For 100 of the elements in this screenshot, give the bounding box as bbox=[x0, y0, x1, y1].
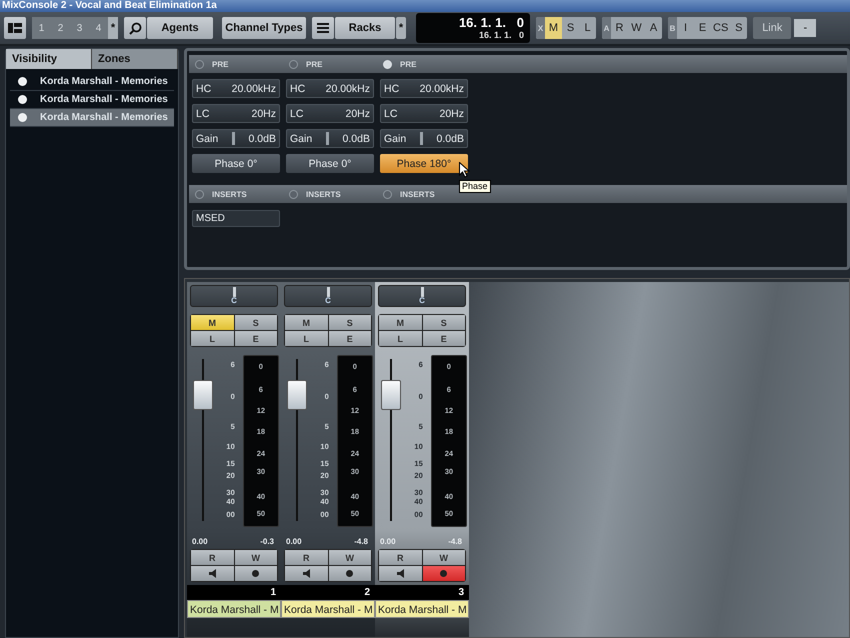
racks-button[interactable]: Racks bbox=[335, 17, 395, 39]
write-button[interactable]: W bbox=[234, 550, 277, 565]
link-dropdown[interactable]: - bbox=[794, 19, 816, 37]
read-button[interactable]: R bbox=[285, 550, 328, 565]
toggle-button[interactable]: M bbox=[545, 17, 562, 39]
fader-handle[interactable] bbox=[381, 380, 401, 410]
high-cut-field[interactable]: HC 20.00kHz bbox=[286, 79, 374, 98]
meter-peak-value: -0.3 bbox=[260, 537, 274, 546]
mute-button[interactable]: M bbox=[379, 315, 422, 330]
write-button[interactable]: W bbox=[422, 550, 465, 565]
toggle-button[interactable]: L bbox=[579, 17, 596, 39]
layout-button[interactable] bbox=[4, 17, 26, 39]
gain-field[interactable]: Gain 0.0dB bbox=[192, 129, 280, 148]
section-label: INSERTS bbox=[306, 190, 341, 198]
toggle-button[interactable]: A bbox=[645, 17, 662, 39]
low-cut-field[interactable]: LC 20Hz bbox=[380, 104, 468, 123]
write-button[interactable]: W bbox=[328, 550, 371, 565]
toggle-button[interactable]: S bbox=[562, 17, 579, 39]
solo-button[interactable]: S bbox=[234, 315, 277, 330]
channel-number: 1 bbox=[187, 585, 281, 600]
gain-field[interactable]: Gain 0.0dB bbox=[380, 129, 468, 148]
layout-icon bbox=[8, 23, 22, 33]
low-cut-field[interactable]: LC 20Hz bbox=[192, 104, 280, 123]
channel-name[interactable]: Korda Marshall - M bbox=[187, 600, 281, 618]
fader-handle[interactable] bbox=[287, 380, 307, 410]
speaker-icon bbox=[302, 569, 310, 578]
section-label: PRE bbox=[306, 60, 322, 68]
cursor-icon bbox=[459, 162, 470, 178]
toggle-button[interactable]: W bbox=[628, 17, 645, 39]
mute-button[interactable]: M bbox=[285, 315, 328, 330]
search-button[interactable] bbox=[124, 17, 146, 39]
pan-control[interactable]: C bbox=[378, 285, 466, 307]
star-button[interactable]: * bbox=[108, 17, 118, 39]
time-secondary: 16. 1. 1. 0 bbox=[478, 30, 524, 40]
high-cut-field[interactable]: HC 20.00kHz bbox=[192, 79, 280, 98]
record-button[interactable] bbox=[328, 566, 371, 581]
channel-list-item[interactable]: Korda Marshall - Memories bbox=[10, 73, 174, 91]
gain-field[interactable]: Gain 0.0dB bbox=[286, 129, 374, 148]
edit-button[interactable]: E bbox=[422, 331, 465, 346]
meter-peak-value: -4.8 bbox=[448, 537, 462, 546]
section-label: PRE bbox=[212, 60, 228, 68]
group-tag: A bbox=[602, 17, 611, 39]
solo-button[interactable]: S bbox=[422, 315, 465, 330]
monitor-button[interactable] bbox=[379, 566, 422, 581]
search-icon bbox=[128, 22, 142, 34]
fader-value: 0.00 bbox=[380, 537, 396, 546]
sidebar-tab[interactable]: Zones bbox=[92, 49, 178, 69]
channel-list-item[interactable]: Korda Marshall - Memories bbox=[10, 109, 174, 127]
toggle-button[interactable]: E bbox=[694, 17, 711, 39]
section-label: PRE bbox=[400, 60, 416, 68]
window-title: MixConsole 2 - Vocal and Beat Elimination 1a bbox=[2, 0, 217, 12]
phase-button[interactable]: Phase 0° bbox=[192, 154, 280, 173]
listen-button[interactable]: L bbox=[285, 331, 328, 346]
channel-number: 3 bbox=[375, 585, 469, 600]
low-cut-field[interactable]: LC 20Hz bbox=[286, 104, 374, 123]
menu-button[interactable] bbox=[312, 17, 334, 39]
pan-control[interactable]: C bbox=[284, 285, 372, 307]
solo-button[interactable]: S bbox=[328, 315, 371, 330]
toggle-button[interactable]: R bbox=[611, 17, 628, 39]
channel-number: 2 bbox=[281, 585, 375, 600]
fader-value: 0.00 bbox=[192, 537, 208, 546]
monitor-button[interactable] bbox=[191, 566, 234, 581]
record-icon bbox=[440, 570, 448, 577]
read-button[interactable]: R bbox=[191, 550, 234, 565]
star-button[interactable]: * bbox=[396, 17, 406, 39]
speaker-icon bbox=[396, 569, 404, 578]
group-tag: B bbox=[668, 17, 677, 39]
channel-types-button[interactable]: Channel Types bbox=[222, 17, 306, 39]
toggle-button[interactable]: CS bbox=[711, 17, 730, 39]
toggle-button[interactable]: I bbox=[677, 17, 694, 39]
edit-button[interactable]: E bbox=[328, 331, 371, 346]
insert-slot[interactable]: MSED bbox=[192, 210, 280, 227]
record-button[interactable] bbox=[234, 566, 277, 581]
listen-button[interactable]: L bbox=[379, 331, 422, 346]
listen-button[interactable]: L bbox=[191, 331, 234, 346]
tooltip: Phase bbox=[459, 180, 491, 193]
group-tag: X bbox=[536, 17, 545, 39]
time-position: 16. 1. 1. 0 bbox=[458, 16, 524, 30]
read-button[interactable]: R bbox=[379, 550, 422, 565]
channel-name[interactable]: Korda Marshall - M bbox=[281, 600, 375, 618]
fader-value: 0.00 bbox=[286, 537, 302, 546]
section-label: INSERTS bbox=[400, 190, 435, 198]
phase-button[interactable]: Phase 0° bbox=[286, 154, 374, 173]
pan-control[interactable]: C bbox=[190, 285, 278, 307]
monitor-button[interactable] bbox=[285, 566, 328, 581]
high-cut-field[interactable]: HC 20.00kHz bbox=[380, 79, 468, 98]
record-icon bbox=[346, 570, 354, 577]
mute-button[interactable]: M bbox=[191, 315, 234, 330]
toggle-button[interactable]: S bbox=[730, 17, 748, 39]
meter-peak-value: -4.8 bbox=[354, 537, 368, 546]
phase-button[interactable]: Phase 180° bbox=[380, 154, 468, 173]
fader-handle[interactable] bbox=[193, 380, 213, 410]
speaker-icon bbox=[208, 569, 216, 578]
sidebar-tab[interactable]: Visibility bbox=[6, 49, 92, 69]
agents-dropdown[interactable]: Agents bbox=[147, 17, 213, 39]
section-label: INSERTS bbox=[212, 190, 247, 198]
edit-button[interactable]: E bbox=[234, 331, 277, 346]
channel-name[interactable]: Korda Marshall - M bbox=[375, 600, 469, 618]
record-button[interactable] bbox=[422, 566, 465, 581]
menu-icon bbox=[317, 23, 329, 33]
